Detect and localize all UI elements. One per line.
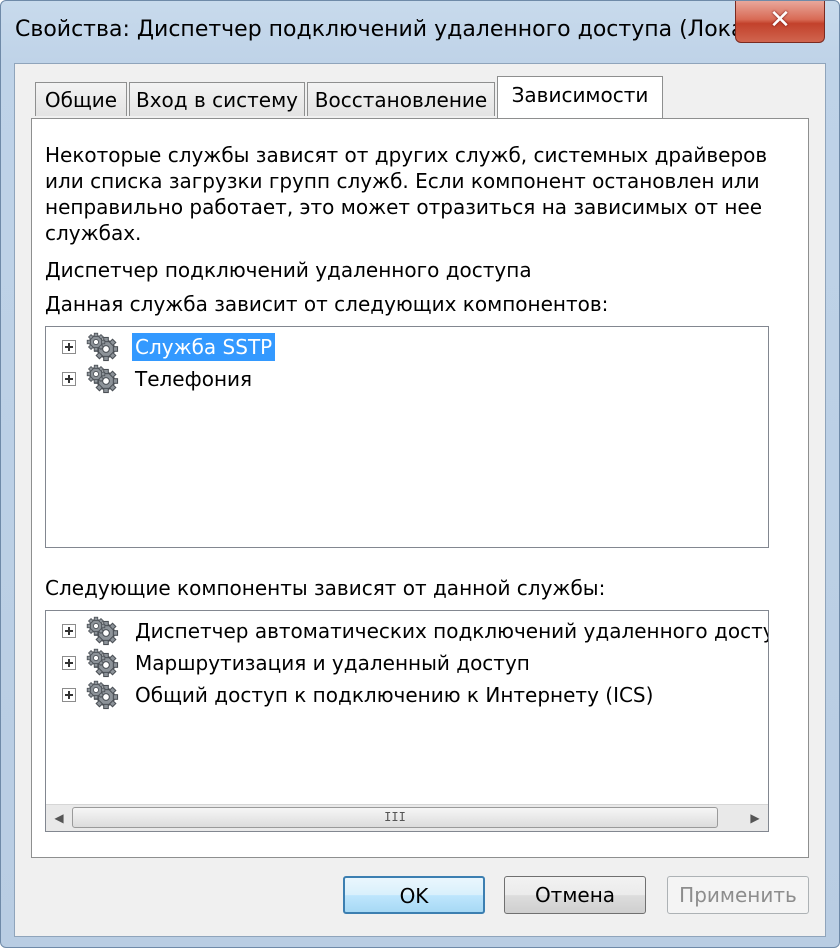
- expand-plus-icon[interactable]: [62, 340, 76, 354]
- scroll-thumb[interactable]: III: [72, 807, 718, 828]
- description-line: Некоторые службы зависят от других служб…: [45, 143, 768, 167]
- tree-node-label[interactable]: Общий доступ к подключению к Интернету (…: [132, 681, 656, 709]
- tree-node-label[interactable]: Служба SSTP: [132, 333, 276, 361]
- title-bar[interactable]: Свойства: Диспетчер подключений удаленно…: [1, 1, 839, 63]
- cancel-button[interactable]: Отмена: [504, 876, 646, 914]
- description-line: или списка загрузки групп служб. Если ко…: [45, 169, 760, 193]
- apply-button[interactable]: Применить: [667, 876, 809, 914]
- description-line: службах.: [45, 221, 142, 245]
- expand-plus-icon[interactable]: [62, 656, 76, 670]
- tab-recovery[interactable]: Восстановление: [307, 82, 495, 116]
- tree-node-label[interactable]: Маршрутизация и удаленный доступ: [132, 649, 533, 677]
- dependents-label: Следующие компоненты зависят от данной с…: [45, 576, 606, 600]
- ok-button[interactable]: OK: [343, 876, 485, 914]
- gears-icon: [86, 616, 119, 646]
- close-button[interactable]: ✕: [735, 1, 825, 43]
- tree-node-label[interactable]: Диспетчер автоматических подключений уда…: [132, 617, 768, 645]
- gears-icon: [86, 364, 119, 394]
- gears-icon: [86, 332, 119, 362]
- horizontal-scrollbar[interactable]: ◀ III ▶: [46, 804, 768, 831]
- expand-plus-icon[interactable]: [62, 624, 76, 638]
- description-text: Некоторые службы зависят от других служб…: [45, 142, 775, 246]
- scroll-left-arrow-icon[interactable]: ◀: [46, 805, 72, 831]
- close-icon: ✕: [769, 5, 791, 35]
- tab-logon[interactable]: Вход в систему: [129, 82, 305, 116]
- description-line: неправильно работает, это может отразить…: [45, 195, 763, 219]
- gears-icon: [86, 648, 119, 678]
- gears-icon: [86, 680, 119, 710]
- dialog-client-area: Общие Вход в систему Восстановление Зави…: [14, 63, 826, 937]
- tab-general[interactable]: Общие: [35, 82, 127, 116]
- depends-on-label: Данная служба зависит от следующих компо…: [45, 292, 609, 316]
- tab-dependencies[interactable]: Зависимости: [497, 76, 663, 118]
- dependents-tree[interactable]: Диспетчер автоматических подключений уда…: [45, 610, 769, 832]
- expand-plus-icon[interactable]: [62, 372, 76, 386]
- depends-on-tree[interactable]: Служба SSTP Телефония: [45, 326, 769, 548]
- scroll-right-arrow-icon[interactable]: ▶: [742, 805, 768, 831]
- service-name-label: Диспетчер подключений удаленного доступа: [45, 258, 532, 282]
- expand-plus-icon[interactable]: [62, 688, 76, 702]
- properties-dialog: Свойства: Диспетчер подключений удаленно…: [0, 0, 840, 948]
- window-title: Свойства: Диспетчер подключений удаленно…: [15, 17, 766, 42]
- tree-node-label[interactable]: Телефония: [132, 365, 255, 393]
